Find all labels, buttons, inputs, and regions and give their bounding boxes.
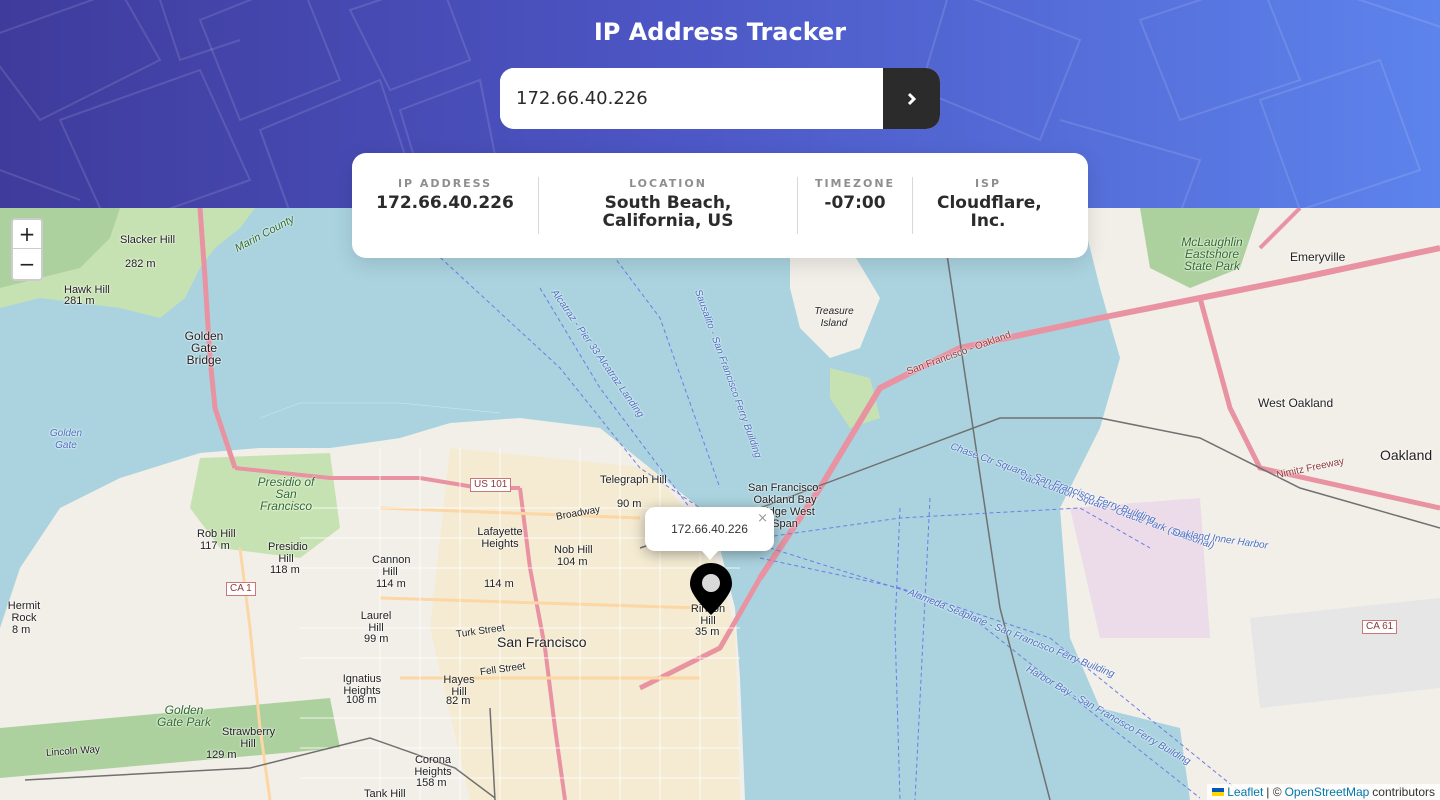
attribution-separator: | © (1266, 785, 1282, 799)
label-rincon-elev: 35 m (695, 626, 720, 638)
isp-value: Cloudflare, Inc. (937, 193, 1042, 231)
ip-label: IP ADDRESS (397, 177, 493, 190)
chevron-right-icon (907, 92, 916, 105)
page-title: IP Address Tracker (593, 18, 847, 46)
location-marker-icon[interactable] (688, 561, 734, 617)
label-ca61: CA 61 (1362, 620, 1398, 634)
label-hawk-elev: 281 m (64, 295, 95, 307)
timezone-value: -07:00 (824, 193, 886, 213)
label-presidio-hill: Presidio Hill (268, 541, 308, 565)
location-label: LOCATION (629, 177, 707, 190)
label-laurel-elev: 99 m (364, 633, 389, 645)
leaflet-link[interactable]: Leaflet (1227, 785, 1263, 799)
search-bar (500, 68, 940, 129)
label-west-oakland: West Oakland (1258, 396, 1334, 410)
osm-link[interactable]: OpenStreetMap (1285, 785, 1370, 799)
ip-search-input[interactable] (500, 68, 883, 129)
timezone-info: TIMEZONE -07:00 (798, 177, 912, 212)
info-card: IP ADDRESS 172.66.40.226 LOCATION South … (352, 153, 1088, 258)
isp-info: ISP Cloudflare, Inc. (913, 177, 1063, 230)
location-value: South Beach, California, US (602, 193, 734, 231)
label-slacker-elev: 282 m (125, 258, 156, 270)
label-tank-hill: Tank Hill (364, 788, 406, 800)
map[interactable]: Marin County Slacker Hill 282 m Hawk Hil… (0, 208, 1440, 800)
label-presidio: Presidio of San Francisco (257, 475, 315, 513)
label-laurel-hill: Laurel Hill (360, 610, 392, 634)
label-presidio-elev: 118 m (270, 564, 300, 576)
label-cannon-elev: 114 m (376, 578, 406, 590)
zoom-in-button[interactable]: + (13, 220, 41, 249)
isp-label: ISP (974, 177, 1002, 190)
label-us101: US 101 (470, 478, 512, 492)
label-ignatius-elev: 108 m (346, 694, 377, 706)
label-corona-elev: 158 m (416, 777, 447, 789)
zoom-out-button[interactable]: − (13, 249, 41, 278)
zoom-control: + − (11, 218, 43, 281)
map-tiles (0, 208, 1440, 800)
label-strawberry-elev: 129 m (206, 749, 237, 761)
popup-text: 172.66.40.226 (671, 522, 748, 536)
label-golden-gate-park: Golden Gate Park (156, 703, 212, 729)
label-lafayette-elev: 114 m (484, 578, 514, 590)
attribution-suffix: contributors (1372, 785, 1435, 799)
label-nob-hill: Nob Hill (554, 544, 593, 556)
timezone-label: TIMEZONE (814, 177, 896, 190)
marker-popup: 172.66.40.226 × (645, 507, 774, 560)
label-rob-hill: Rob Hill (197, 528, 236, 540)
map-attribution: Leaflet | © OpenStreetMap contributors (1207, 784, 1440, 800)
label-telegraph-elev: 90 m (617, 498, 642, 510)
label-hermit-rock: Hermit Rock (7, 600, 41, 624)
label-strawberry: Strawberry Hill (222, 726, 276, 750)
label-ca1: CA 1 (226, 582, 256, 596)
label-cannon-hill: Cannon Hill (372, 554, 411, 578)
ip-value: 172.66.40.226 (376, 193, 514, 213)
label-lafayette: Lafayette Heights (477, 526, 523, 550)
popup-tip (701, 550, 719, 560)
label-corona: Corona Heights (414, 754, 452, 778)
popup-close-button[interactable]: × (757, 511, 768, 526)
label-rob-elev: 117 m (200, 540, 230, 552)
app: Marin County Slacker Hill 282 m Hawk Hil… (0, 0, 1440, 800)
ip-info: IP ADDRESS 172.66.40.226 (352, 177, 538, 212)
label-nob-elev: 104 m (557, 556, 588, 568)
label-mclaughlin: McLaughlin Eastshore State Park (1181, 235, 1243, 273)
search-button[interactable] (883, 68, 940, 129)
ukraine-flag-icon (1212, 788, 1225, 796)
label-slacker-hill: Slacker Hill (120, 234, 176, 246)
label-golden-gate-bridge: Golden Gate Bridge (184, 329, 224, 367)
label-oakland: Oakland (1380, 447, 1433, 463)
label-hermit-elev: 8 m (12, 624, 31, 636)
label-golden-gate: Golden Gate (49, 428, 83, 451)
label-san-francisco: San Francisco (497, 634, 587, 650)
label-hayes-elev: 82 m (446, 695, 471, 707)
label-telegraph-hill: Telegraph Hill (600, 474, 667, 486)
label-treasure-island: Treasure Island (814, 306, 854, 329)
location-info: LOCATION South Beach, California, US (539, 177, 797, 230)
label-emeryville: Emeryville (1290, 250, 1346, 264)
